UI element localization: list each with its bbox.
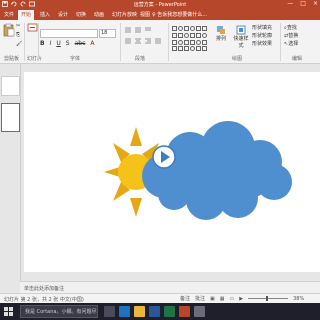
zoom-slider[interactable] <box>248 296 289 301</box>
new-slide-icon <box>27 23 37 32</box>
arrange-icon <box>217 26 225 34</box>
notes-placeholder: 单击此处添加备注 <box>24 286 65 292</box>
slide-illustration <box>104 121 292 220</box>
shadow-button[interactable]: S <box>66 40 70 47</box>
windows-start-icon[interactable] <box>4 307 14 317</box>
new-slide-button[interactable] <box>26 23 38 35</box>
divider <box>168 23 169 61</box>
excel-icon[interactable] <box>164 306 175 317</box>
tab-design[interactable]: 设计 <box>58 11 68 18</box>
group-label-editing: 编辑 <box>292 56 303 62</box>
replace-label: 替换 <box>288 33 299 39</box>
shape-outline-label: 形状轮廓 <box>252 33 273 39</box>
slide-canvas[interactable] <box>24 72 320 272</box>
italic-button[interactable]: I <box>50 40 52 47</box>
tab-view[interactable]: 视图 <box>140 11 150 18</box>
divider <box>280 23 281 61</box>
close-button[interactable]: × <box>313 0 318 7</box>
edge-icon[interactable] <box>119 306 130 317</box>
slideshow-view-icon[interactable]: ▶ <box>239 296 243 302</box>
font-format-row: B I U S abc A <box>40 40 94 47</box>
notes-toggle[interactable]: 备注 <box>180 295 190 302</box>
ribbon: ✂ ⎘ 🖌 剪贴板 幻灯片 18 B I U S abc A 字体 段落 排列 … <box>0 20 320 64</box>
shape-fill-button[interactable]: 形状填充 <box>252 24 272 31</box>
shape-fill-label: 形状填充 <box>252 25 273 31</box>
divider <box>38 23 39 61</box>
window-title: 运营方案 - PowerPoint <box>133 2 187 8</box>
slide-thumbnail-2-selected[interactable] <box>1 103 20 132</box>
tab-file[interactable]: 文件 <box>4 11 14 18</box>
normal-view-icon[interactable]: ▣ <box>210 296 215 302</box>
taskbar-apps <box>104 306 205 317</box>
quick-styles-button[interactable]: 快速样式 <box>232 25 250 49</box>
comments-toggle[interactable]: 批注 <box>195 295 205 302</box>
app-icon[interactable] <box>194 306 205 317</box>
reading-view-icon[interactable]: ▭ <box>230 296 235 302</box>
font-color-button[interactable]: A <box>90 40 94 47</box>
shape-effects-label: 形状效果 <box>252 41 273 47</box>
group-label-clipboard: 剪贴板 <box>4 56 20 62</box>
tab-slideshow[interactable]: 幻灯片放映 <box>112 11 137 18</box>
divider <box>24 23 25 61</box>
word-icon[interactable] <box>149 306 160 317</box>
shape-outline-button[interactable]: 形状轮廓 <box>252 32 272 39</box>
group-label-drawing: 绘图 <box>232 56 243 62</box>
group-label-paragraph: 段落 <box>135 56 146 62</box>
copy-icon[interactable]: ⎘ <box>16 32 20 38</box>
minimize-button[interactable]: — <box>287 0 293 7</box>
divider <box>120 23 121 61</box>
tab-transitions[interactable]: 切换 <box>76 11 86 18</box>
powerpoint-icon[interactable] <box>179 306 190 317</box>
slide-thumbnail-1[interactable] <box>1 76 20 96</box>
arrange-label: 排列 <box>215 36 226 42</box>
underline-button[interactable]: U <box>56 40 60 47</box>
slide-thumbnail-panel[interactable] <box>0 64 21 281</box>
paragraph-controls[interactable] <box>124 26 168 50</box>
slide-status-text: 幻灯片 第 2 张，共 2 张 中文(中国) <box>4 297 84 303</box>
replace-button[interactable]: ⇄替换 <box>284 32 298 39</box>
title-bar: 运营方案 - PowerPoint — □ × <box>0 0 320 9</box>
group-label-slides: 幻灯片 <box>27 56 43 62</box>
tab-home[interactable]: 开始 <box>18 10 35 20</box>
quick-styles-icon <box>236 25 246 35</box>
window-controls: — □ × <box>287 0 318 7</box>
font-size-box[interactable]: 18 <box>99 29 116 38</box>
cortana-search-box[interactable]: 我是 Cortana。小娜。有问题尽管问我。 <box>20 305 98 318</box>
shape-effects-button[interactable]: 形状效果 <box>252 40 272 47</box>
taskbar: 我是 Cortana。小娜。有问题尽管问我。 <box>0 303 320 320</box>
select-button[interactable]: ↖选择 <box>284 40 298 47</box>
tab-animations[interactable]: 动画 <box>94 11 104 18</box>
find-label: 查找 <box>286 25 297 31</box>
tab-insert[interactable]: 插入 <box>40 11 50 18</box>
maximize-button[interactable]: □ <box>300 0 306 7</box>
group-label-font: 字体 <box>70 56 81 62</box>
video-play-icon[interactable] <box>152 145 176 169</box>
tell-me-search[interactable]: ♀ 告诉我您想要做什么... <box>152 11 207 18</box>
quick-styles-label: 快速样式 <box>233 36 249 49</box>
zoom-level[interactable]: 38% <box>293 296 304 302</box>
font-name-box[interactable] <box>40 29 98 38</box>
cloud-shape[interactable] <box>142 121 292 220</box>
ribbon-tabs: 文件 开始 插入 设计 切换 动画 幻灯片放映 审阅 视图 ♀ 告诉我您想要做什… <box>0 9 320 20</box>
format-painter-icon[interactable]: 🖌 <box>16 41 22 47</box>
bold-button[interactable]: B <box>40 40 45 47</box>
paste-button[interactable] <box>2 23 16 37</box>
paragraph-icons <box>125 27 161 44</box>
status-controls: 备注 批注 ▣ ▦ ▭ ▶ 38% <box>180 295 304 303</box>
select-label: 选择 <box>288 41 299 47</box>
strikethrough-button[interactable]: abc <box>75 40 86 47</box>
paste-icon <box>3 23 15 37</box>
task-view-icon[interactable] <box>104 306 115 317</box>
file-explorer-icon[interactable] <box>134 306 145 317</box>
cut-icon[interactable]: ✂ <box>16 23 20 29</box>
arrange-button[interactable]: 排列 <box>214 25 228 42</box>
slide-sorter-icon[interactable]: ▦ <box>220 296 225 302</box>
shapes-gallery[interactable] <box>172 26 207 52</box>
find-button[interactable]: ⌕查找 <box>284 24 297 31</box>
